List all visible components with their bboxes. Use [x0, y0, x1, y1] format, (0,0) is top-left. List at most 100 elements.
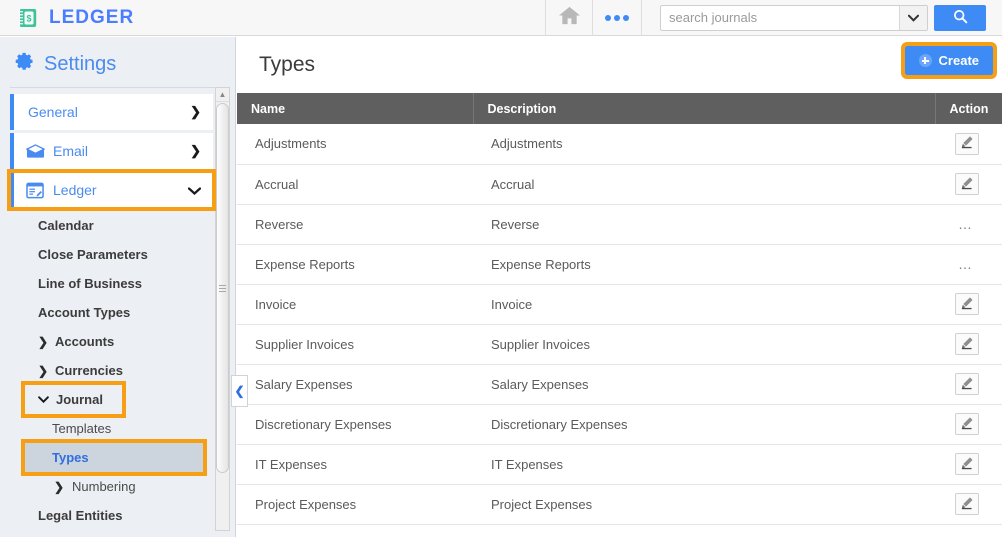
edit-row-button[interactable]: [955, 333, 979, 355]
sidebar-item-calendar[interactable]: Calendar: [0, 211, 213, 240]
ledger-icon: [26, 182, 45, 199]
sidebar-item-label: Ledger: [53, 182, 97, 198]
sidebar-item-general[interactable]: General ❯: [10, 94, 213, 130]
content-header: Types Create: [237, 37, 1002, 93]
sidebar-item-label: Journal: [56, 392, 103, 407]
create-button-label: Create: [938, 53, 979, 68]
cell-description: Invoice: [473, 284, 935, 325]
chevron-right-icon: ❯: [190, 143, 201, 158]
ellipsis-icon[interactable]: …: [953, 216, 973, 232]
edit-row-button[interactable]: [955, 373, 979, 395]
column-header-description[interactable]: Description: [473, 93, 936, 124]
cell-name: Invoice: [237, 284, 473, 325]
table-row[interactable]: Adjustments Adjustments: [237, 124, 1002, 165]
cell-action: [935, 444, 1002, 485]
cell-action: [935, 404, 1002, 445]
cell-name: IT Expenses: [237, 444, 473, 485]
scroll-up-arrow-icon[interactable]: ▲: [216, 88, 229, 102]
scrollbar-grip-icon: [219, 283, 226, 294]
sidebar-item-label: Accounts: [55, 334, 115, 349]
ledger-book-dollar-icon: $: [18, 7, 40, 29]
sidebar-item-ledger[interactable]: Ledger: [7, 169, 216, 211]
sidebar-item-label: Templates: [52, 421, 112, 436]
cell-action: [935, 484, 1002, 525]
sidebar-item-accounts[interactable]: ❯ Accounts: [0, 327, 213, 356]
sidebar-item-types[interactable]: Types: [21, 439, 207, 476]
envelope-icon: [26, 143, 45, 159]
brand-logo[interactable]: $ LEDGER: [0, 7, 545, 29]
home-button[interactable]: [546, 0, 592, 36]
edit-row-button[interactable]: [955, 293, 979, 315]
table-row[interactable]: Project Expenses Project Expenses: [237, 484, 1002, 525]
types-table: Name Description Action Adjustments Adjus…: [237, 93, 1002, 525]
edit-row-button[interactable]: [955, 493, 979, 515]
sidebar-item-templates[interactable]: Templates: [0, 414, 213, 443]
chevron-right-icon: ❯: [190, 104, 201, 119]
cell-description: Discretionary Expenses: [473, 404, 935, 445]
sidebar-item-journal[interactable]: Journal: [21, 381, 126, 418]
page-title: Settings: [44, 52, 117, 75]
top-bar: $ LEDGER: [0, 0, 1002, 36]
search-area: [660, 4, 986, 31]
more-dots-icon: [605, 14, 629, 21]
sidebar-item-email[interactable]: Email ❯: [10, 133, 213, 169]
table-row[interactable]: Expense Reports Expense Reports…: [237, 244, 1002, 285]
search-box: [660, 4, 928, 31]
sidebar-header: Settings: [0, 37, 235, 87]
edit-row-button[interactable]: [955, 173, 979, 195]
pencil-edit-icon: [960, 336, 974, 353]
cell-description: Project Expenses: [473, 484, 935, 525]
sidebar-item-label: Numbering: [72, 479, 136, 494]
sidebar-item-currencies[interactable]: ❯ Currencies: [0, 356, 213, 385]
sidebar-item-label: Types: [52, 450, 89, 465]
cell-action: [935, 284, 1002, 325]
scrollbar-thumb[interactable]: [216, 103, 229, 473]
pencil-edit-icon: [960, 456, 974, 473]
table-row[interactable]: Invoice Invoice: [237, 284, 1002, 325]
edit-row-button[interactable]: [955, 453, 979, 475]
cell-name: Salary Expenses: [237, 364, 473, 405]
cell-description: Expense Reports: [473, 244, 935, 285]
create-button[interactable]: Create: [900, 42, 998, 79]
table-row[interactable]: Discretionary Expenses Discretionary Expe…: [237, 404, 1002, 445]
search-input[interactable]: [661, 5, 899, 30]
search-scope-dropdown[interactable]: [899, 5, 927, 30]
table-row[interactable]: IT Expenses IT Expenses: [237, 444, 1002, 485]
sidebar-divider: [10, 87, 225, 88]
sidebar-item-label: Legal Entities: [38, 508, 123, 523]
cell-name: Project Expenses: [237, 484, 473, 525]
sidebar-scrollbar[interactable]: ▲: [215, 87, 230, 531]
cell-action: …: [935, 244, 1002, 285]
cell-action: [935, 124, 1002, 165]
edit-row-button[interactable]: [955, 413, 979, 435]
search-button[interactable]: [934, 4, 986, 31]
gear-icon: [14, 51, 35, 77]
sidebar-item-account-types[interactable]: Account Types: [0, 298, 213, 327]
table-row[interactable]: Accrual Accrual: [237, 164, 1002, 205]
sidebar-collapse-handle[interactable]: ❮: [231, 375, 248, 407]
pencil-edit-icon: [960, 176, 974, 193]
column-header-name[interactable]: Name: [237, 93, 474, 124]
pencil-edit-icon: [960, 296, 974, 313]
table-row[interactable]: Salary Expenses Salary Expenses: [237, 364, 1002, 405]
chevron-down-icon: [187, 183, 202, 198]
chevron-right-icon: ❯: [38, 334, 49, 349]
sidebar-item-line-of-business[interactable]: Line of Business: [0, 269, 213, 298]
chevron-right-icon: ❯: [38, 363, 49, 378]
ellipsis-icon[interactable]: …: [953, 256, 973, 272]
table-row[interactable]: Reverse Reverse…: [237, 204, 1002, 245]
search-icon: [953, 9, 968, 27]
more-options-button[interactable]: [593, 0, 641, 36]
sidebar-item-numbering[interactable]: ❯ Numbering: [0, 472, 213, 501]
edit-row-button[interactable]: [955, 132, 979, 155]
sidebar-item-close-parameters[interactable]: Close Parameters: [0, 240, 213, 269]
table-row[interactable]: Supplier Invoices Supplier Invoices: [237, 324, 1002, 365]
sidebar-item-legal-entities[interactable]: Legal Entities: [0, 501, 213, 530]
table-header-row: Name Description Action: [237, 93, 1002, 124]
pencil-edit-icon: [960, 376, 974, 393]
cell-name: Discretionary Expenses: [237, 404, 473, 445]
cell-name: Supplier Invoices: [237, 324, 473, 365]
cell-action: [935, 364, 1002, 405]
column-header-action[interactable]: Action: [935, 93, 1002, 124]
toolbar-divider-3: [641, 0, 642, 36]
